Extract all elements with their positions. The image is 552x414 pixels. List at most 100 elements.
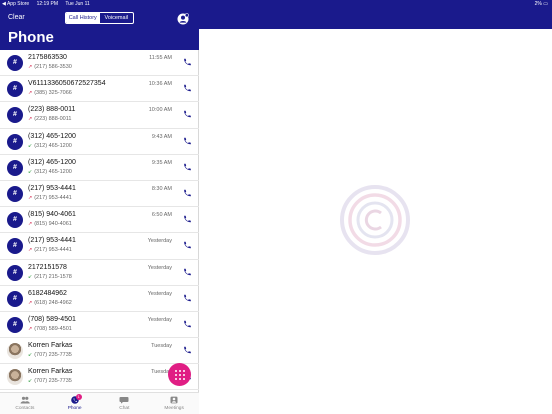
incoming-call-icon: ↙	[28, 378, 33, 385]
caller-number: (707) 235-7735	[34, 378, 72, 385]
caller-number: (815) 940-4061	[34, 221, 72, 228]
call-back-icon[interactable]	[183, 346, 192, 355]
caller-name: V611133605067252735​4	[28, 80, 106, 88]
meetings-icon	[170, 396, 178, 404]
call-row[interactable]: # (312) 465-1200 ↙ (312) 465-1200 9:35 AM	[0, 155, 199, 181]
missed-call-icon: ↗	[28, 247, 33, 254]
missed-call-icon: ↗	[28, 64, 33, 70]
call-back-icon[interactable]	[183, 215, 192, 224]
caller-number-line: ↙ (707) 235-7735	[28, 352, 72, 358]
number-avatar: #	[7, 212, 23, 229]
caller-name: 2175863530	[28, 54, 67, 61]
call-time: 10:00 AM	[148, 107, 172, 114]
call-row[interactable]: #2172151578 ↙ (217) 215-1578 Yesterday	[0, 260, 199, 286]
tab-chat[interactable]: Chat	[100, 393, 150, 414]
missed-call-icon: ↗	[28, 116, 33, 123]
contacts-icon	[20, 396, 30, 404]
call-row[interactable]: # (217) 953-4441 ↗ (217) 953-4441 8:30 AM	[0, 181, 199, 208]
caller-number-line: ↗ (385) 325-7066	[28, 90, 72, 96]
caller-name: Korren Farkas	[28, 368, 73, 376]
caller-number: (217) 953-4441	[34, 194, 72, 201]
caller-number-line: ↗ (708) 589-4501	[28, 326, 72, 332]
tab-contacts[interactable]: Contacts	[0, 393, 50, 414]
dialpad-button[interactable]	[168, 363, 191, 386]
caller-name: (217) 953-4441	[28, 237, 76, 245]
caller-number-line: ↙ (312) 465-1200	[28, 143, 72, 149]
caller-number: (217) 215-1578	[34, 273, 72, 280]
missed-call-icon: ↗	[28, 90, 33, 97]
call-back-icon[interactable]	[183, 268, 192, 277]
number-avatar: #	[7, 81, 23, 98]
missed-call-icon: ↗	[28, 325, 33, 332]
call-row[interactable]: # V611133605067252735​4 ↗ (385) 325-7066 10:…	[0, 76, 199, 103]
incoming-call-icon: ↙	[28, 142, 33, 149]
number-avatar: #	[7, 159, 23, 176]
back-to-app-store[interactable]: ◀ App Store	[2, 1, 29, 7]
call-back-icon[interactable]	[183, 241, 192, 250]
tab-label-meetings: Meetings	[164, 406, 184, 411]
call-back-icon[interactable]	[183, 84, 192, 93]
tab-meetings[interactable]: Meetings	[149, 393, 199, 414]
number-avatar: #	[7, 316, 23, 333]
call-back-icon[interactable]	[183, 320, 192, 329]
call-time: 10:36 AM	[148, 81, 172, 88]
caller-number: (708) 589-4501	[34, 325, 72, 332]
call-back-icon[interactable]	[183, 163, 192, 172]
call-list: #2175863530 ↗ (217) 586-3530 11:55 AM # V6111…	[0, 50, 199, 392]
caller-number: (312) 465-1200	[34, 142, 72, 149]
caller-number-line: ↗ (618) 248-4962	[28, 300, 72, 306]
missed-call-icon: ↗	[28, 299, 33, 306]
chat-icon	[119, 397, 129, 404]
caller-number: (312) 465-1200	[34, 168, 72, 175]
caller-number-line: ↗ (217) 586-3530	[28, 64, 72, 70]
status-time: 12:19 PM	[36, 1, 58, 7]
clear-button[interactable]: Clear	[8, 14, 25, 21]
call-row[interactable]: #6182484962 ↗ (618) 248-4962 Yesterday	[0, 286, 199, 312]
number-avatar: #	[7, 107, 23, 124]
status-bar: ◀ App Store 12:19 PM Tue Jun 11 2% ▭	[0, 0, 552, 8]
profile-settings-icon[interactable]	[177, 12, 189, 25]
caller-number-line: ↗ (217) 953-4441	[28, 247, 72, 253]
bottom-tab-bar: Contacts 1 Phone Chat Meetings	[0, 392, 199, 414]
contact-avatar	[7, 369, 23, 386]
call-back-icon[interactable]	[183, 110, 192, 119]
incoming-call-icon: ↙	[28, 273, 33, 280]
caller-name: (223) 888-0011	[28, 106, 76, 114]
call-row[interactable]: # (708) 589-4501 ↗ (708) 589-4501 Yesterday	[0, 312, 199, 339]
number-avatar: #	[7, 185, 23, 202]
call-time: Yesterday	[147, 290, 172, 297]
call-back-icon[interactable]	[183, 294, 192, 303]
battery-indicator: 2% ▭	[534, 1, 548, 7]
call-history-pane: Clear Call History Voicemail Phone #2175…	[0, 0, 199, 414]
call-time: Yesterday	[147, 264, 172, 271]
call-row[interactable]: #2175863530 ↗ (217) 586-3530 11:55 AM	[0, 50, 199, 77]
number-avatar: #	[7, 55, 23, 71]
call-time: Tuesday	[151, 343, 172, 350]
caller-name: 6182484962	[28, 289, 67, 297]
call-time: 11:55 AM	[149, 55, 172, 61]
number-avatar: #	[7, 238, 23, 255]
call-row[interactable]: # (223) 888-0011 ↗ (223) 888-0011 10:00 AM	[0, 102, 199, 129]
caller-name: (708) 589-4501	[28, 315, 76, 323]
call-time: 9:35 AM	[151, 159, 172, 166]
call-time: 8:30 AM	[151, 185, 172, 192]
caller-name: Korren Farkas	[28, 342, 73, 350]
call-row[interactable]: # (312) 465-1200 ↙ (312) 465-1200 9:43 AM	[0, 129, 199, 155]
status-date: Tue Jun 11	[65, 1, 90, 7]
incoming-call-icon: ↙	[28, 168, 33, 175]
call-row[interactable]: # (815) 940-4061 ↗ (815) 940-4061 6:50 AM	[0, 207, 199, 234]
caller-number: (707) 235-7735	[34, 352, 72, 359]
call-back-icon[interactable]	[183, 189, 192, 198]
tab-phone[interactable]: 1 Phone	[50, 393, 100, 414]
tab-voicemail[interactable]: Voicemail	[100, 13, 134, 23]
call-row[interactable]: # (217) 953-4441 ↗ (217) 953-4441 Yesterday	[0, 233, 199, 260]
caller-name: 2172151578	[28, 263, 67, 271]
tab-call-history[interactable]: Call History	[66, 13, 100, 23]
caller-number-line: ↙ (707) 235-7735	[28, 378, 72, 384]
call-time: Yesterday	[147, 316, 172, 323]
call-back-icon[interactable]	[183, 137, 192, 146]
missed-call-icon: ↗	[28, 221, 33, 228]
call-row[interactable]: Korren Farkas ↙ (707) 235-7735 Tuesday	[0, 338, 199, 365]
caller-number-line: ↙ (312) 465-1200	[28, 169, 72, 175]
call-back-icon[interactable]	[183, 58, 192, 67]
